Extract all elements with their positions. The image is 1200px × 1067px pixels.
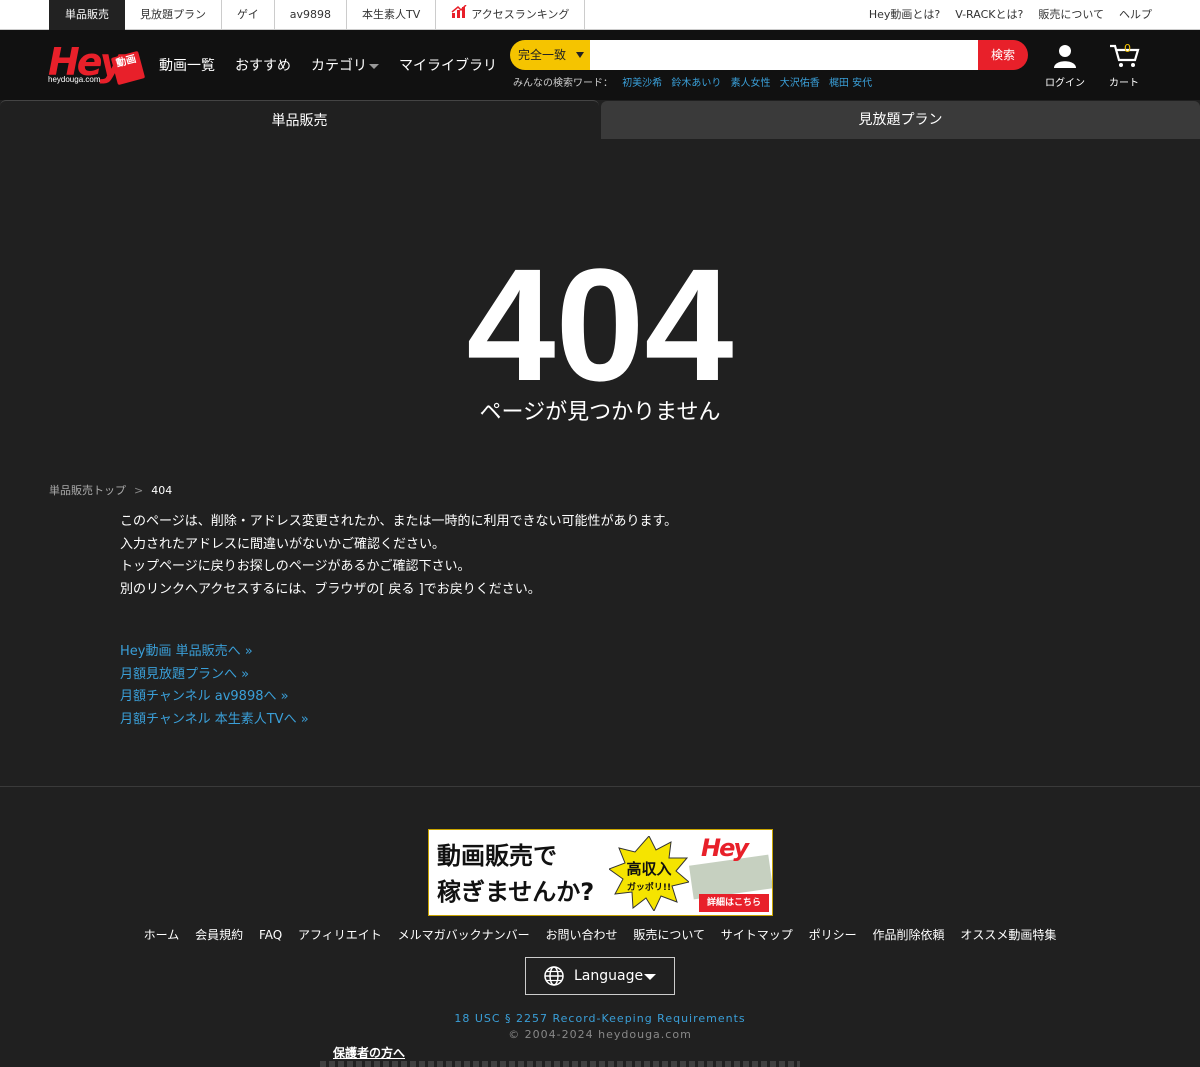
chevron-down-icon (644, 974, 656, 980)
banner-line-2: 稼ぎませんか? (437, 878, 595, 906)
starburst-icon: 高収入 ガッポリ!! (609, 836, 689, 911)
globe-icon (544, 966, 564, 986)
cart-label: カート (1109, 78, 1139, 89)
footer-link-sitemap[interactable]: サイトマップ (721, 928, 793, 942)
help-link[interactable]: ヘルプ (1119, 0, 1152, 30)
main-nav: 動画一覧 おすすめ カテゴリ マイライブラリ (159, 30, 517, 100)
parents-link[interactable]: 保護者の方へ (333, 1044, 405, 1061)
cart-count: 0 (1124, 42, 1131, 55)
link-honnama-channel[interactable]: 月額チャンネル 本生素人TVへ » (120, 709, 309, 732)
language-label: Language (574, 968, 644, 984)
site-header: Hey 動画 heydouga.com 動画一覧 おすすめ カテゴリ マイライブ… (0, 30, 1200, 100)
popular-keyword[interactable]: 梶田 安代 (829, 78, 872, 89)
site-tab-gay[interactable]: ゲイ (222, 0, 275, 30)
footer-link-affiliate[interactable]: アフィリエイト (298, 928, 382, 942)
footer-link-policy[interactable]: ポリシー (809, 928, 857, 942)
site-tabs: 単品販売 見放題プラン ゲイ av9898 本生素人TV アクセスランキング (49, 0, 586, 30)
truncated-footer-text (320, 1061, 800, 1067)
popular-keyword[interactable]: 鈴木あいり (671, 78, 721, 89)
breadcrumb-home[interactable]: 単品販売トップ (49, 484, 126, 497)
language-selector[interactable]: Language (525, 957, 675, 995)
copyright: © 2004-2024 heydouga.com (508, 1028, 692, 1041)
site-tab-av9898[interactable]: av9898 (275, 0, 348, 30)
breadcrumb: 単品販売トップ >404 (49, 482, 172, 498)
login-label: ログイン (1045, 78, 1085, 89)
top-bar: 単品販売 見放題プラン ゲイ av9898 本生素人TV アクセスランキング H… (0, 0, 1200, 30)
nav-category-label: カテゴリ (311, 58, 367, 74)
nav-category[interactable]: カテゴリ (311, 55, 379, 75)
search-button[interactable]: 検索 (978, 40, 1028, 70)
login-button[interactable]: ログイン (1045, 44, 1085, 89)
footer-link-removal[interactable]: 作品削除依頼 (872, 928, 944, 942)
ranking-chart-icon (451, 0, 467, 30)
logo-domain: heydouga.com (48, 75, 101, 84)
record-keeping-link[interactable]: 18 USC § 2257 Record-Keeping Requirement… (0, 1012, 1200, 1025)
banner-burst-text: 高収入 (626, 860, 671, 878)
error-code: 404 (466, 235, 734, 414)
footer-nav: ホーム 会員規約 FAQ アフィリエイト メルマガバックナンバー お問い合わせ … (0, 926, 1200, 943)
banner-cta: 詳細はこちら (699, 894, 769, 912)
site-tab-single[interactable]: 単品販売 (49, 0, 125, 30)
about-vrack-link[interactable]: V-RACKとは? (955, 0, 1023, 30)
seller-banner[interactable]: 動画販売で 稼ぎませんか? 高収入 ガッポリ!! Hey 詳細はこちら (428, 829, 773, 916)
banner-headline: 動画販売で 稼ぎませんか? (437, 838, 594, 910)
nav-video-list[interactable]: 動画一覧 (159, 55, 215, 75)
popular-keyword[interactable]: 初美沙希 (622, 78, 662, 89)
site-tab-ranking[interactable]: アクセスランキング (436, 0, 586, 30)
footer-link-faq[interactable]: FAQ (259, 928, 282, 942)
explain-line: 別のリンクへアクセスするには、ブラウザの[ 戻る ]でお戻りください。 (120, 581, 541, 597)
chevron-down-icon (576, 52, 584, 58)
cart-button[interactable]: 0 カート (1104, 42, 1144, 89)
search-mode-label: 完全一致 (518, 48, 567, 62)
breadcrumb-separator: > (134, 484, 144, 497)
banner-logo: Hey (701, 834, 749, 862)
user-icon (1054, 45, 1076, 68)
search-bar: 完全一致 検索 (510, 40, 1028, 70)
explain-line: トップページに戻りお探しのページがあるかご確認下さい。 (120, 559, 471, 574)
search-input[interactable] (590, 40, 978, 70)
explain-line: このページは、削除・アドレス変更されたか、または一時的に利用できない可能性があり… (120, 514, 678, 529)
popular-keyword[interactable]: 素人女性 (731, 78, 771, 89)
footer-link-featured[interactable]: オススメ動画特集 (960, 928, 1056, 942)
footer-link-contact[interactable]: お問い合わせ (545, 928, 617, 942)
utility-links: Hey動画とは? V-RACKとは? 販売について ヘルプ (854, 0, 1152, 30)
logo-badge: 動画 (110, 50, 146, 86)
footer-divider (0, 786, 1200, 787)
site-tab-unlimited[interactable]: 見放題プラン (125, 0, 222, 30)
about-hey-link[interactable]: Hey動画とは? (869, 0, 940, 30)
nav-my-library[interactable]: マイライブラリ (399, 55, 497, 75)
footer-link-newsletter[interactable]: メルマガバックナンバー (398, 928, 530, 942)
search-mode-select[interactable]: 完全一致 (510, 40, 590, 70)
footer-link-terms[interactable]: 会員規約 (195, 928, 243, 942)
plan-tabs: 単品販売 見放題プラン (0, 100, 1200, 140)
error-explanation: このページは、削除・アドレス変更されたか、または一時的に利用できない可能性があり… (120, 511, 677, 601)
link-single-sale[interactable]: Hey動画 単品販売へ » (120, 641, 309, 664)
link-unlimited-plan[interactable]: 月額見放題プランへ » (120, 664, 309, 687)
popular-searches: みんなの検索ワード： 初美沙希 鈴木あいり 素人女性 大沢佑香 梶田 安代 (513, 74, 872, 89)
footer-link-home[interactable]: ホーム (144, 928, 180, 942)
link-av9898-channel[interactable]: 月額チャンネル av9898へ » (120, 686, 309, 709)
site-tab-honnama[interactable]: 本生素人TV (347, 0, 437, 30)
popular-searches-label: みんなの検索ワード： (513, 78, 613, 89)
tab-single-sale[interactable]: 単品販売 (0, 100, 599, 140)
tab-unlimited-plan[interactable]: 見放題プラン (601, 101, 1200, 139)
banner-burst-sub: ガッポリ!! (627, 881, 671, 893)
popular-keyword[interactable]: 大沢佑香 (780, 78, 820, 89)
chevron-down-icon (369, 63, 379, 69)
site-logo[interactable]: Hey 動画 heydouga.com (48, 40, 146, 86)
error-message: ページが見つかりません (479, 400, 721, 425)
footer-link-sales[interactable]: 販売について (633, 928, 705, 942)
banner-line-1: 動画販売で (437, 842, 557, 870)
nav-recommended[interactable]: おすすめ (235, 55, 291, 75)
sales-info-link[interactable]: 販売について (1038, 0, 1104, 30)
site-tab-ranking-label: アクセスランキング (471, 8, 570, 21)
recovery-links: Hey動画 単品販売へ » 月額見放題プランへ » 月額チャンネル av9898… (120, 641, 309, 731)
breadcrumb-current: 404 (151, 484, 173, 497)
explain-line: 入力されたアドレスに間違いがないかご確認ください。 (120, 536, 446, 552)
